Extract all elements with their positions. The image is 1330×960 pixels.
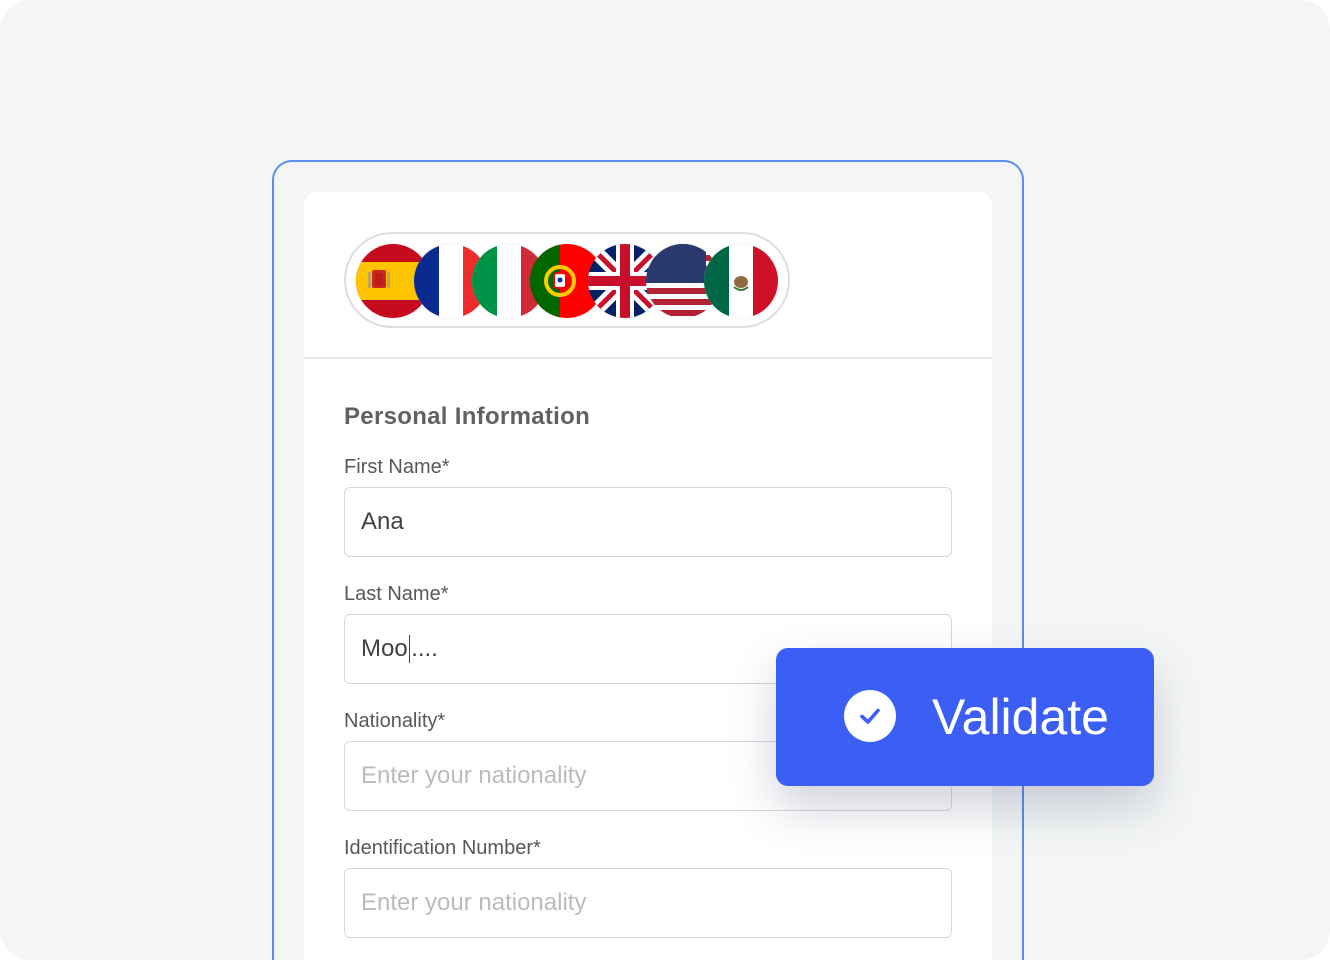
language-header	[304, 192, 992, 359]
nationality-placeholder: Enter your nationality	[361, 762, 587, 789]
first-name-value: Ana	[361, 508, 404, 535]
background-canvas: Personal Information First Name* Ana Las…	[0, 0, 1330, 960]
last-name-label: Last Name*	[344, 583, 449, 605]
first-name-input[interactable]: Ana	[344, 487, 952, 557]
check-circle-icon	[844, 690, 896, 742]
section-title: Personal Information	[344, 403, 591, 430]
validate-label: Validate	[932, 689, 1109, 745]
text-caret	[408, 635, 411, 663]
mexico-flag-icon[interactable]	[704, 244, 778, 318]
identification-number-input[interactable]: Enter your nationality	[344, 868, 952, 938]
validate-button[interactable]: Validate	[776, 648, 1154, 786]
first-name-label: First Name*	[344, 456, 450, 478]
last-name-typing-ellipsis: ....	[411, 635, 438, 662]
identification-number-label: Identification Number*	[344, 837, 541, 859]
last-name-value: Moo	[361, 635, 408, 662]
language-selector[interactable]	[344, 232, 790, 328]
identification-number-placeholder: Enter your nationality	[361, 889, 587, 916]
nationality-label: Nationality*	[344, 710, 446, 732]
